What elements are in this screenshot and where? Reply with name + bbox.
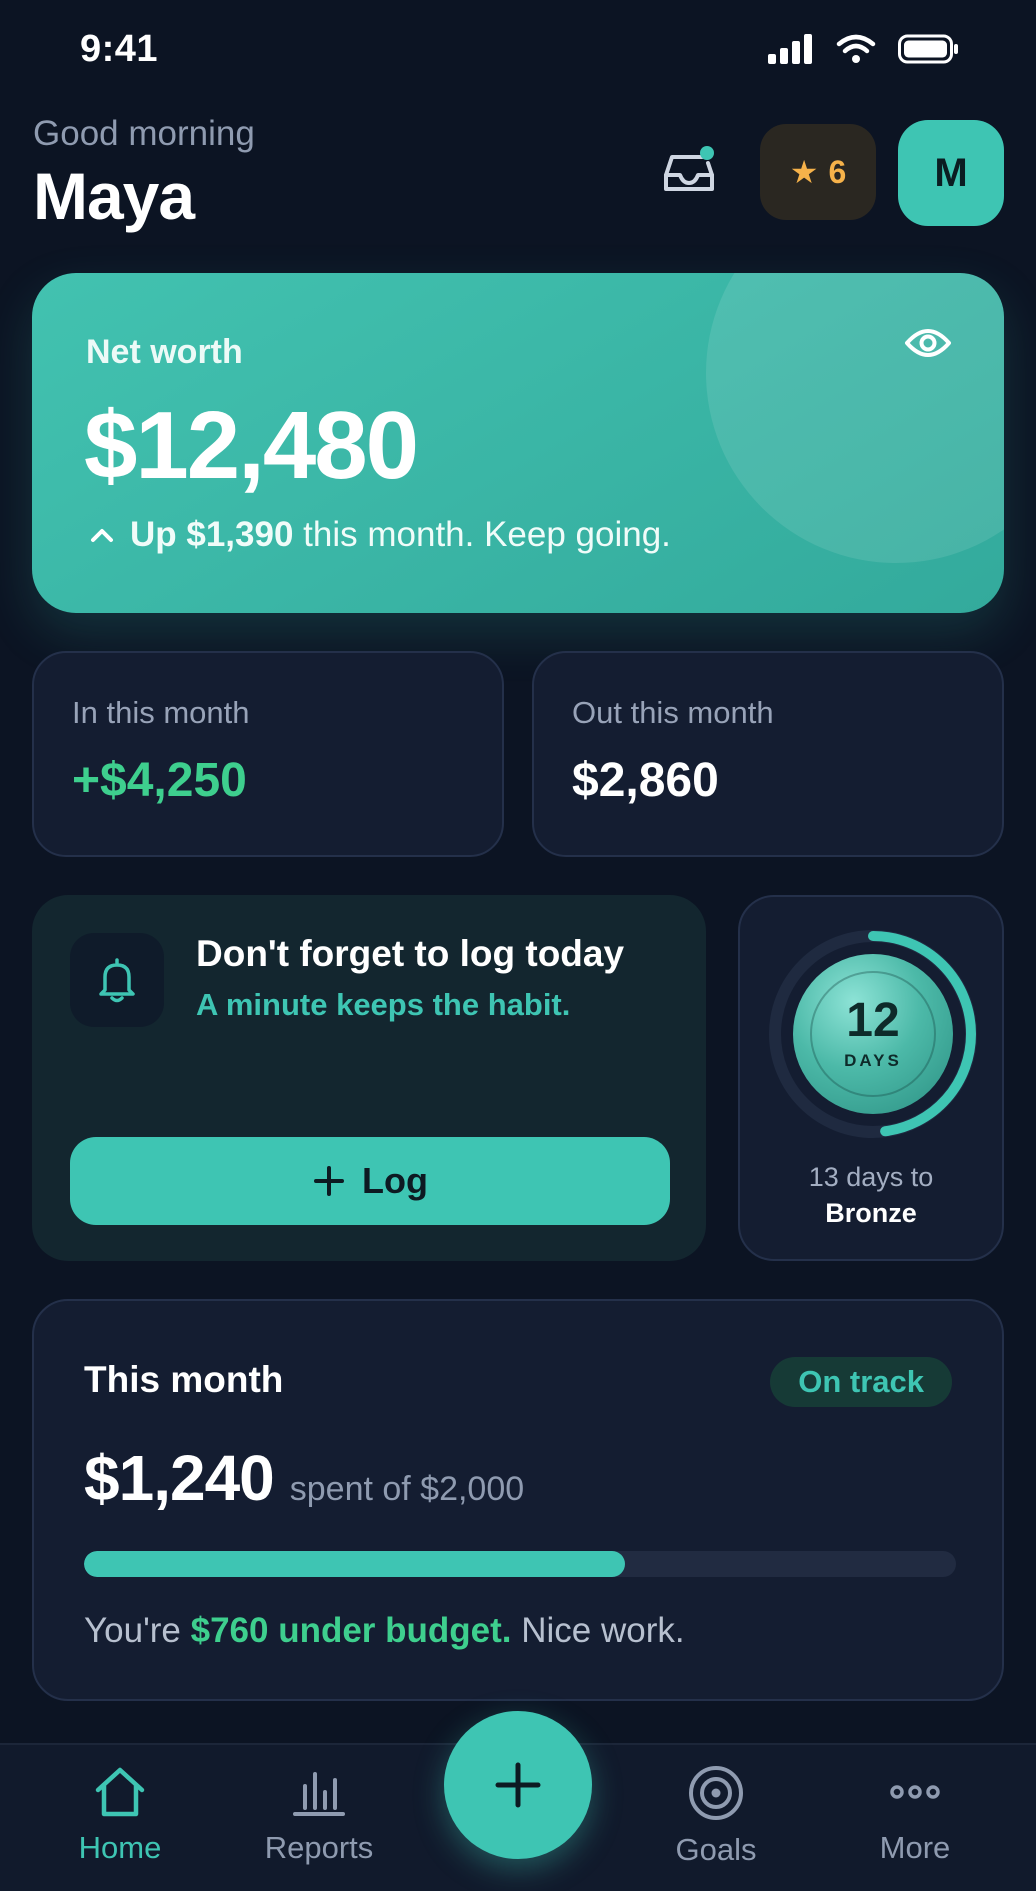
inbox-button[interactable] [658, 144, 720, 200]
home-icon [95, 1767, 145, 1817]
streak-medal: 12 DAYS [793, 954, 953, 1114]
streak-next-level-name: Bronze [825, 1198, 917, 1228]
plus-icon [495, 1762, 541, 1808]
nav-goals-label: Goals [675, 1832, 757, 1867]
budget-of-text: spent of $2,000 [289, 1470, 525, 1508]
reminder-title: Don't forget to log today [196, 933, 625, 974]
greeting-text: Good morning [33, 114, 255, 153]
budget-note: You're $760 under budget. Nice work. [84, 1611, 685, 1651]
net-worth-trend: Up $1,390 this month. Keep going. [88, 515, 671, 555]
stars-count: 6 [828, 153, 847, 190]
log-button-label: Log [362, 1160, 428, 1201]
income-card[interactable]: In this month +$4,250 [32, 651, 504, 857]
signal-icon [768, 34, 812, 64]
budget-card[interactable]: This month On track $1,240 spent of $2,0… [32, 1299, 1004, 1701]
stars-badge[interactable]: ★ 6 [760, 124, 876, 220]
expense-value: $2,860 [572, 754, 719, 807]
nav-reports[interactable]: Reports [244, 1764, 394, 1866]
budget-progress-fill [84, 1551, 625, 1577]
net-worth-value: $12,480 [84, 392, 419, 499]
reminder-subtitle: A minute keeps the habit. [196, 987, 571, 1022]
more-icon [890, 1785, 940, 1799]
streak-unit: DAYS [844, 1051, 902, 1070]
budget-title: This month [84, 1359, 284, 1400]
eye-icon[interactable] [904, 325, 952, 366]
bell-icon-box [70, 933, 164, 1027]
expense-card[interactable]: Out this month $2,860 [532, 651, 1004, 857]
decorative-circle [706, 273, 1004, 563]
bar-chart-icon [293, 1772, 345, 1816]
nav-home[interactable]: Home [45, 1764, 195, 1866]
status-time: 9:41 [80, 28, 159, 70]
nav-goals[interactable]: Goals [641, 1764, 791, 1868]
bell-icon [99, 958, 135, 1003]
wifi-icon [836, 34, 876, 63]
streak-card[interactable]: 12 DAYS 13 days to Bronze [738, 895, 1004, 1261]
trend-text: this month. Keep going. [303, 515, 671, 554]
budget-spent: $1,240 [84, 1442, 275, 1514]
nav-more[interactable]: More [840, 1764, 990, 1866]
notification-dot [700, 146, 714, 160]
chevron-up-icon [91, 529, 113, 542]
nav-more-label: More [879, 1830, 951, 1865]
expense-label: Out this month [572, 695, 774, 730]
log-reminder-card: Don't forget to log today A minute keeps… [32, 895, 706, 1261]
budget-note-prefix: You're [84, 1611, 181, 1650]
nav-reports-label: Reports [264, 1830, 374, 1865]
star-icon: ★ [789, 154, 819, 190]
status-icons [768, 34, 960, 64]
income-label: In this month [72, 695, 250, 730]
streak-days: 12 [846, 994, 900, 1047]
add-transaction-button[interactable] [444, 1711, 592, 1859]
log-button[interactable]: Log [70, 1137, 670, 1225]
net-worth-card[interactable]: Net worth $12,480 Up $1,390 this month. … [32, 273, 1004, 613]
nav-home-label: Home [78, 1830, 162, 1865]
budget-note-suffix: Nice work. [521, 1611, 685, 1650]
target-icon [689, 1766, 743, 1820]
budget-progress-bar [84, 1551, 956, 1577]
plus-icon [314, 1166, 344, 1196]
avatar[interactable]: M [898, 120, 1004, 226]
budget-amount: $1,240 spent of $2,000 [84, 1441, 524, 1515]
streak-next-text: 13 days to [808, 1162, 934, 1192]
status-badge: On track [770, 1357, 952, 1407]
trend-amount: Up $1,390 [130, 515, 294, 554]
streak-next-level: 13 days to Bronze [740, 1159, 1002, 1231]
user-name: Maya [33, 159, 195, 233]
battery-icon [898, 34, 958, 64]
income-value: +$4,250 [72, 754, 247, 807]
budget-note-highlight: $760 under budget. [190, 1611, 512, 1650]
net-worth-label: Net worth [86, 333, 243, 371]
